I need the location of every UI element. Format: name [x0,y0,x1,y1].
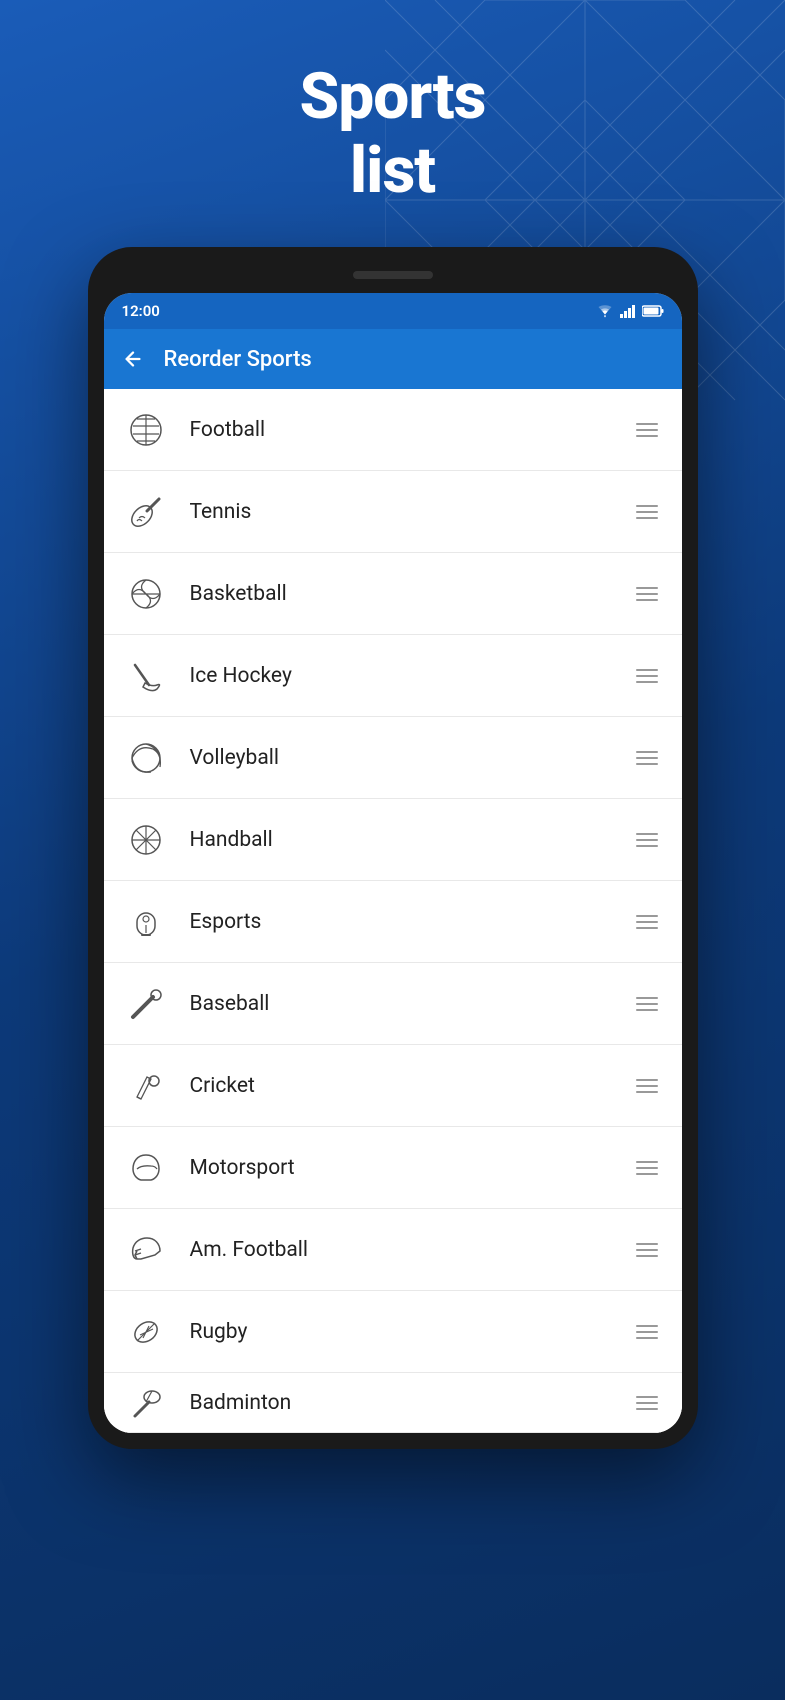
list-item[interactable]: Rugby [104,1291,682,1373]
app-header: Reorder Sports [104,329,682,389]
drag-handle[interactable] [630,1073,664,1099]
cricket-icon [122,1062,170,1110]
drag-handle[interactable] [630,499,664,525]
drag-handle[interactable] [630,1390,664,1416]
list-item[interactable]: Handball [104,799,682,881]
sport-name: Handball [190,828,630,852]
page-title-area: Sports list [0,0,785,247]
phone-speaker [353,271,433,279]
list-item[interactable]: Cricket [104,1045,682,1127]
sport-name: Cricket [190,1074,630,1098]
drag-handle[interactable] [630,991,664,1017]
page-title: Sports list [300,60,486,207]
baseball-icon [122,980,170,1028]
sport-name: Ice Hockey [190,664,630,688]
list-item[interactable]: Badminton [104,1373,682,1433]
drag-handle[interactable] [630,827,664,853]
sport-name: Esports [190,910,630,934]
drag-handle[interactable] [630,909,664,935]
phone-screen: 12:00 [104,293,682,1433]
list-item[interactable]: Am. Football [104,1209,682,1291]
motorsport-icon [122,1144,170,1192]
sport-name: Basketball [190,582,630,606]
battery-icon [642,305,664,317]
drag-handle[interactable] [630,1237,664,1263]
drag-handle[interactable] [630,417,664,443]
header-title: Reorder Sports [164,347,312,372]
list-item[interactable]: Esports [104,881,682,963]
sport-name: Badminton [190,1391,630,1415]
sport-name: Football [190,418,630,442]
tennis-icon [122,488,170,536]
list-item[interactable]: Football [104,389,682,471]
drag-handle[interactable] [630,745,664,771]
drag-handle[interactable] [630,663,664,689]
list-item[interactable]: Volleyball [104,717,682,799]
rugby-icon [122,1308,170,1356]
list-item[interactable]: Ice Hockey [104,635,682,717]
status-bar: 12:00 [104,293,682,329]
sport-name: Am. Football [190,1238,630,1262]
status-time: 12:00 [122,302,160,320]
list-item[interactable]: Baseball [104,963,682,1045]
list-item[interactable]: Motorsport [104,1127,682,1209]
sport-name: Motorsport [190,1156,630,1180]
volleyball-icon [122,734,170,782]
sport-name: Volleyball [190,746,630,770]
icehockey-icon [122,652,170,700]
esports-icon [122,898,170,946]
status-icons [596,304,664,318]
phone-top-bar [104,263,682,293]
list-item[interactable]: Tennis [104,471,682,553]
drag-handle[interactable] [630,1319,664,1345]
wifi-icon [596,304,614,318]
sport-name: Tennis [190,500,630,524]
amfootball-icon [122,1226,170,1274]
sports-list: Football Tennis [104,389,682,1433]
list-item[interactable]: Basketball [104,553,682,635]
basketball-icon [122,570,170,618]
badminton-icon [122,1379,170,1427]
sport-name: Rugby [190,1320,630,1344]
sport-name: Baseball [190,992,630,1016]
handball-icon [122,816,170,864]
signal-icon [620,304,636,318]
back-button[interactable] [122,348,144,370]
phone-frame: 12:00 [88,247,698,1449]
football-icon [122,406,170,454]
drag-handle[interactable] [630,1155,664,1181]
drag-handle[interactable] [630,581,664,607]
